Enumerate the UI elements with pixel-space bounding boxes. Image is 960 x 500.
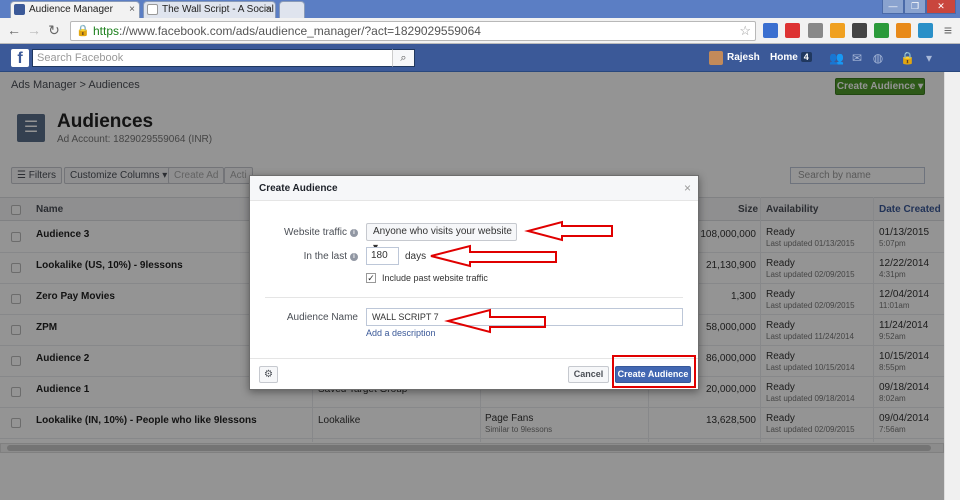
annotation-arrow [444,308,546,334]
annotation-arrow [524,220,613,242]
annotation-arrow [430,244,557,268]
annotation-arrows [430,220,613,334]
